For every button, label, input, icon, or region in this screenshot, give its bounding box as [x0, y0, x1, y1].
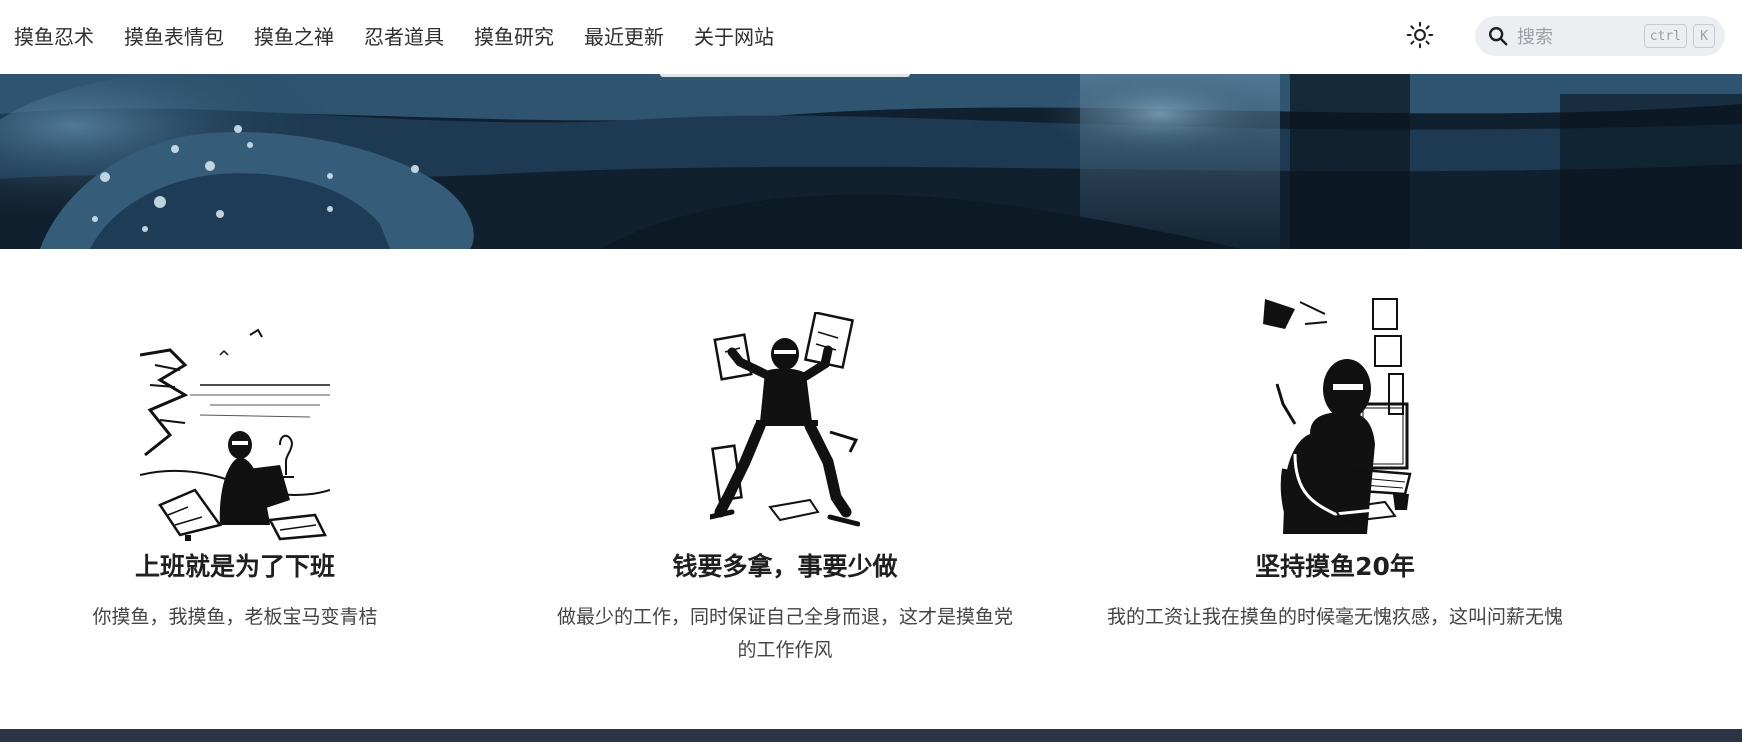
- nav-item-recent-updates[interactable]: 最近更新: [584, 0, 664, 74]
- feature-description: 做最少的工作，同时保证自己全身而退，这才是摸鱼党的工作作风: [556, 606, 1013, 661]
- theme-toggle-button[interactable]: [1402, 17, 1438, 53]
- hero-tab-indicator: [660, 74, 910, 77]
- nav-item-ninja-tools[interactable]: 忍者道具: [364, 0, 444, 74]
- search-icon: [1489, 27, 1508, 46]
- feature-title: 坚持摸鱼20年: [1255, 552, 1415, 581]
- shortcut-key-ctrl: ctrl: [1643, 24, 1687, 48]
- top-navbar: 摸鱼忍术 摸鱼表情包 摸鱼之禅 忍者道具 摸鱼研究 最近更新 关于网站 搜索 c…: [0, 0, 1742, 74]
- nav-item-zen[interactable]: 摸鱼之禅: [254, 0, 334, 74]
- nav-item-memes[interactable]: 摸鱼表情包: [124, 0, 224, 74]
- shortcut-key-k: K: [1693, 24, 1715, 48]
- search-placeholder: 搜索: [1517, 27, 1553, 48]
- feature-description: 你摸鱼，我摸鱼，老板宝马变青桔: [92, 606, 378, 628]
- features-section: 上班就是为了下班 你摸鱼，我摸鱼，老板宝马变青桔 钱要多拿，事要少做 做最少的工…: [0, 249, 1742, 729]
- sun-icon: [1406, 21, 1434, 49]
- feature-title: 钱要多拿，事要少做: [672, 552, 898, 581]
- footer: [0, 729, 1742, 742]
- feature-description: 我的工资让我在摸鱼的时候毫无愧疚感，这叫问薪无愧: [1106, 606, 1563, 628]
- hero-banner-image: [0, 74, 1742, 249]
- hero-banner: [0, 74, 1742, 249]
- search-box[interactable]: 搜索 ctrl K: [1475, 16, 1725, 56]
- main-nav: 摸鱼忍术 摸鱼表情包 摸鱼之禅 忍者道具 摸鱼研究 最近更新 关于网站: [0, 0, 804, 74]
- feature-title: 上班就是为了下班: [134, 552, 335, 581]
- ninja-with-money-illustration: [710, 312, 860, 527]
- ninja-at-computer-illustration: [1263, 298, 1412, 534]
- nav-item-about[interactable]: 关于网站: [694, 0, 774, 74]
- ninja-on-beach-illustration: [140, 328, 330, 541]
- nav-item-research[interactable]: 摸鱼研究: [474, 0, 554, 74]
- nav-item-ninja-techniques[interactable]: 摸鱼忍术: [14, 0, 94, 74]
